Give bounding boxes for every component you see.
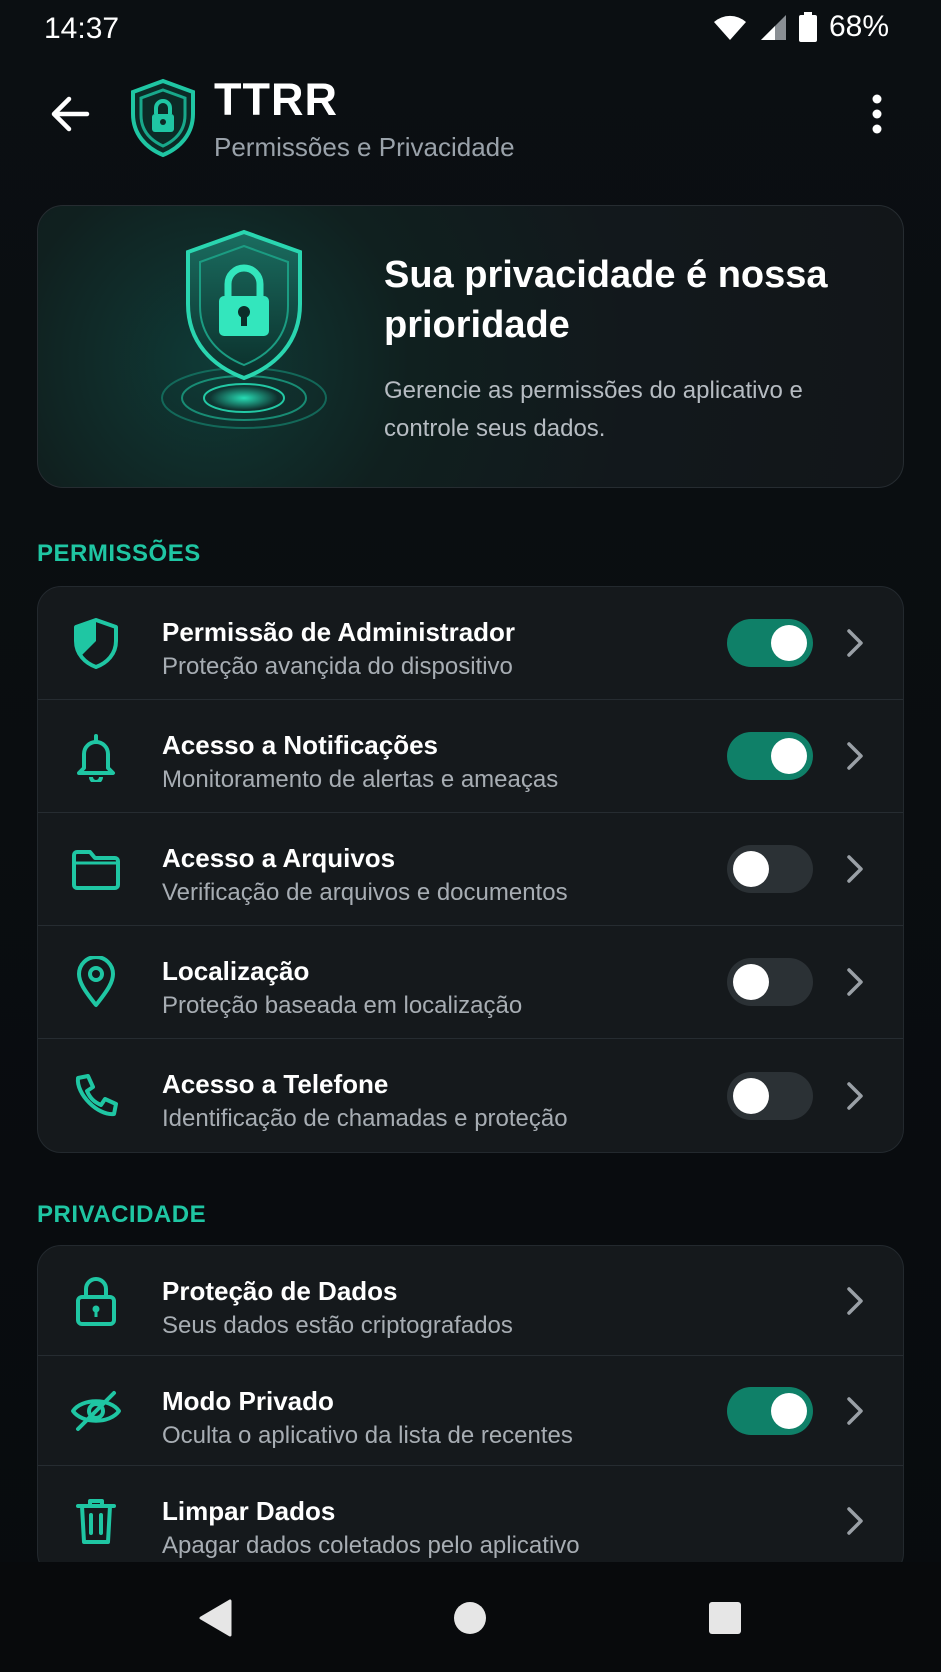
item-title: Permissão de Administrador [162, 617, 516, 647]
chevron-right-icon [843, 851, 867, 887]
list-item-files[interactable]: Acesso a Arquivos Verificação de arquivo… [38, 813, 903, 926]
nav-recents-icon [709, 1602, 741, 1634]
item-subtitle: Apagar dados coletados pelo aplicativo [162, 1532, 580, 1559]
item-title: Limpar Dados [162, 1496, 336, 1526]
trash-icon [68, 1493, 124, 1549]
admin-permission-toggle[interactable] [727, 619, 813, 667]
chevron-right-icon [843, 625, 867, 661]
phone-toggle[interactable] [727, 1071, 813, 1120]
wifi-icon [713, 15, 746, 41]
item-title: Acesso a Notificações [162, 730, 439, 760]
chevron-right-icon [843, 738, 867, 774]
list-item-notifications[interactable]: Acesso a Notificações Monitoramento de a… [38, 700, 903, 813]
item-subtitle: Oculta o aplicativo da lista de recentes [162, 1422, 573, 1449]
nav-recents-button[interactable] [697, 1590, 753, 1646]
hero-description: Gerencie as permissões do aplicativo e c… [384, 377, 803, 442]
eye-off-icon [68, 1383, 124, 1439]
status-time: 14:37 [44, 12, 120, 45]
screen: 14:37 68% TTRR Permissões e Privacidade [0, 0, 941, 1672]
arrow-left-icon [51, 96, 90, 132]
item-title: Modo Privado [162, 1386, 334, 1416]
item-subtitle: Identificação de chamadas e proteção [162, 1105, 568, 1132]
item-subtitle: Monitoramento de alertas e ameaças [162, 766, 559, 793]
app-subtitle: Permissões e Privacidade [214, 132, 515, 162]
privacy-list: Proteção de Dados Seus dados estão cript… [37, 1245, 904, 1577]
list-item-clear-data[interactable]: Limpar Dados Apagar dados coletados pelo… [38, 1466, 903, 1576]
private-mode-toggle[interactable] [727, 1386, 813, 1435]
section-label-privacy: PRIVACIDADE [37, 1201, 207, 1228]
shield-lock-icon [131, 78, 195, 158]
list-item-location[interactable]: Localização Proteção baseada em localiza… [38, 926, 903, 1039]
list-item-data-protection[interactable]: Proteção de Dados Seus dados estão cript… [38, 1246, 903, 1356]
list-item-admin-permission[interactable]: Permissão de Administrador Proteção avan… [38, 587, 903, 700]
list-item-private-mode[interactable]: Modo Privado Oculta o aplicativo da list… [38, 1356, 903, 1466]
files-toggle[interactable] [727, 845, 813, 893]
section-label-permissions: PERMISSÕES [37, 540, 201, 567]
app-title: TTRR [214, 74, 338, 125]
phone-icon [68, 1068, 124, 1124]
more-options-button[interactable] [849, 84, 905, 144]
system-nav-bar [0, 1562, 941, 1672]
location-pin-icon [68, 954, 124, 1010]
privacy-hero-card: Sua privacidade é nossa prioridade Geren… [37, 205, 904, 488]
shield-lock-illustration [161, 229, 327, 429]
app-bar: TTRR Permissões e Privacidade [0, 70, 941, 170]
more-vert-icon [872, 94, 882, 134]
battery-icon [798, 12, 817, 42]
location-toggle[interactable] [727, 958, 813, 1006]
signal-icon [760, 15, 786, 40]
chevron-right-icon [843, 1283, 867, 1319]
nav-back-button[interactable] [187, 1590, 243, 1646]
nav-back-icon [199, 1599, 232, 1637]
item-subtitle: Verificação de arquivos e documentos [162, 879, 568, 906]
bell-icon [68, 728, 124, 784]
folder-icon [68, 841, 124, 897]
item-title: Localização [162, 956, 310, 986]
status-icons: 68% [713, 10, 889, 44]
chevron-right-icon [843, 1393, 867, 1429]
item-subtitle: Seus dados estão criptografados [162, 1312, 513, 1339]
list-item-phone[interactable]: Acesso a Telefone Identificação de chama… [38, 1039, 903, 1152]
item-title: Acesso a Telefone [162, 1069, 389, 1099]
item-title: Proteção de Dados [162, 1276, 398, 1306]
chevron-right-icon [843, 1503, 867, 1539]
item-subtitle: Proteção avançida do dispositivo [162, 653, 513, 680]
battery-percent: 68% [828, 10, 889, 43]
hero-title: Sua privacidade é nossa prioridade [384, 254, 828, 346]
nav-home-icon [454, 1602, 486, 1634]
notifications-toggle[interactable] [727, 732, 813, 780]
nav-home-button[interactable] [442, 1590, 498, 1646]
chevron-right-icon [843, 964, 867, 1000]
permissions-list: Permissão de Administrador Proteção avan… [37, 586, 904, 1153]
shield-icon [68, 615, 124, 671]
item-title: Acesso a Arquivos [162, 843, 396, 873]
back-button[interactable] [40, 84, 100, 144]
lock-icon [68, 1273, 124, 1329]
chevron-right-icon [843, 1078, 867, 1114]
status-bar: 14:37 68% [0, 0, 941, 60]
item-subtitle: Proteção baseada em localização [162, 992, 523, 1019]
